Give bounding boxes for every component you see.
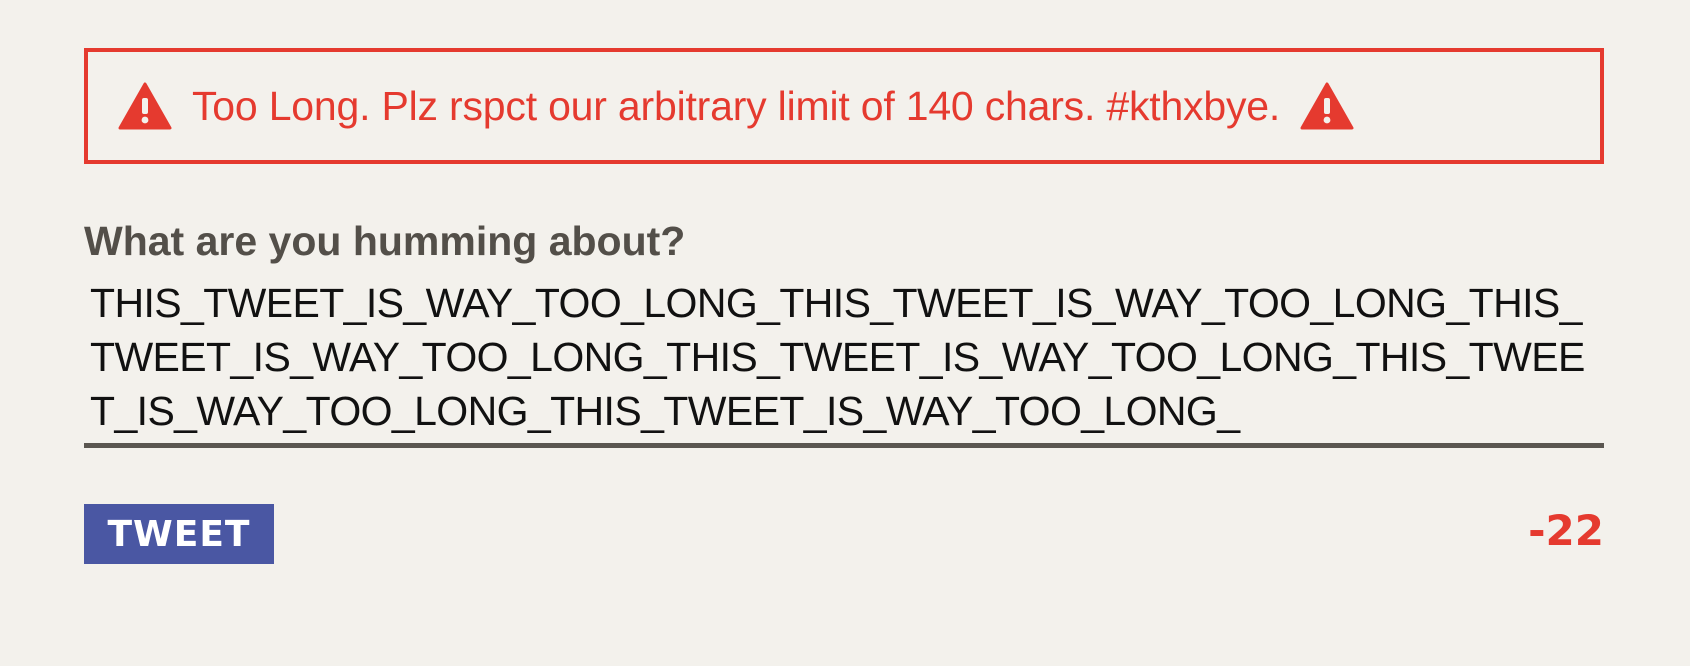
character-counter: -22	[1528, 506, 1604, 555]
tweet-textarea[interactable]: THIS_TWEET_IS_WAY_TOO_LONG_THIS_TWEET_IS…	[84, 276, 1604, 448]
tweet-button[interactable]: TWEET	[84, 504, 274, 564]
warning-icon	[118, 82, 172, 130]
warning-icon	[1300, 82, 1354, 130]
error-message: Too Long. Plz rspct our arbitrary limit …	[192, 82, 1281, 129]
error-banner: Too Long. Plz rspct our arbitrary limit …	[84, 48, 1604, 164]
composer-label: What are you humming about?	[84, 218, 686, 264]
